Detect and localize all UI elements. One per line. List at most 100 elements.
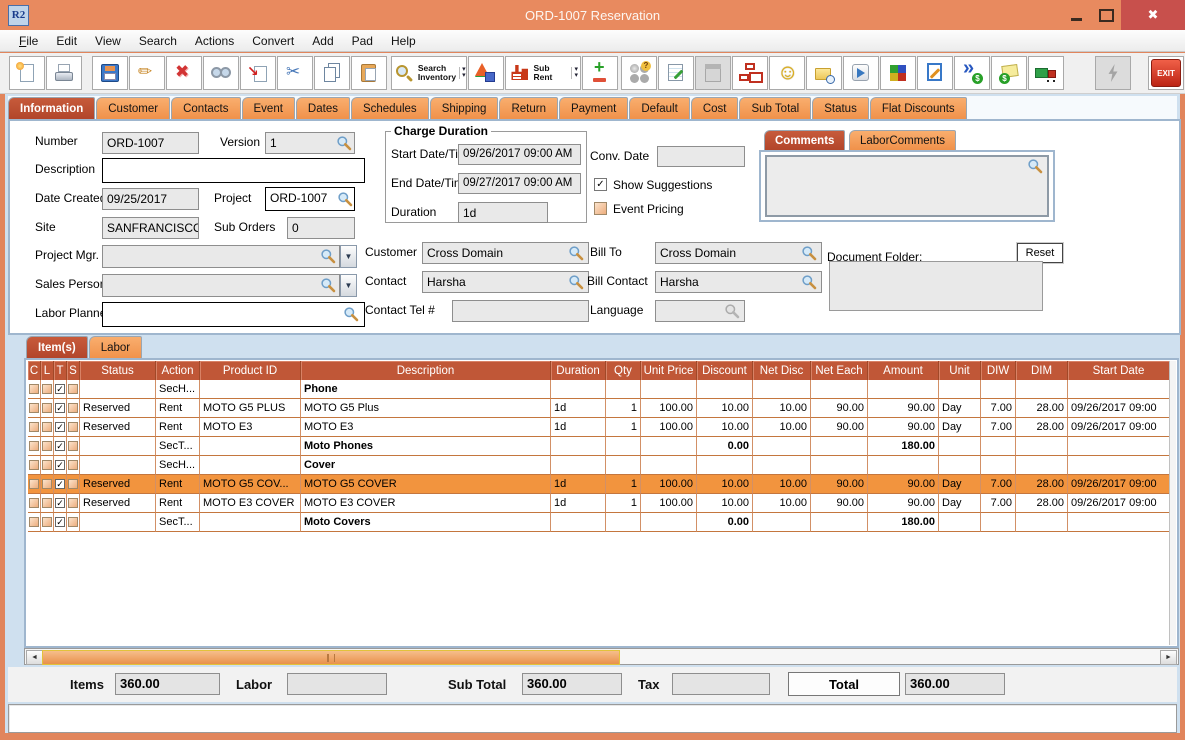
- bill-to-field[interactable]: Cross Domain: [655, 242, 822, 264]
- table-row[interactable]: ✓SecT...Moto Phones0.00180.00: [28, 437, 1170, 456]
- toolbar-edit-order-button[interactable]: [917, 56, 953, 90]
- toolbar-send-payment-button[interactable]: [954, 56, 990, 90]
- customer-lookup-icon[interactable]: [568, 245, 584, 261]
- toolbar-search-inventory-button[interactable]: SearchInventory▾▾: [391, 56, 467, 90]
- column-header-action[interactable]: Action: [156, 361, 200, 380]
- column-header-unit-price[interactable]: Unit Price: [641, 361, 697, 380]
- menu-actions[interactable]: Actions: [186, 32, 243, 50]
- reset-button[interactable]: Reset: [1017, 243, 1063, 263]
- tab-labor[interactable]: Labor: [89, 336, 142, 359]
- menu-help[interactable]: Help: [382, 32, 425, 50]
- toolbar-cube-stack-button[interactable]: [880, 56, 916, 90]
- date-created-field[interactable]: 09/25/2017: [102, 188, 199, 210]
- column-header-dim[interactable]: DIM: [1016, 361, 1068, 380]
- duration-field[interactable]: 1d: [458, 202, 548, 223]
- version-lookup-icon[interactable]: [336, 135, 352, 151]
- column-header-diw[interactable]: DIW: [981, 361, 1016, 380]
- sub-rent-dropdown-arrows[interactable]: ▾▾: [571, 67, 578, 79]
- table-row[interactable]: ✓SecT...Moto Covers0.00180.00: [28, 513, 1170, 532]
- scroll-left-button[interactable]: ◄: [26, 650, 43, 665]
- tab-payment[interactable]: Payment: [559, 97, 628, 119]
- table-row[interactable]: ✓ReservedRentMOTO G5 COV...MOTO G5 COVER…: [28, 475, 1170, 494]
- toolbar-resource-group-button[interactable]: [621, 56, 657, 90]
- row-checkbox[interactable]: [29, 517, 39, 527]
- contact-field[interactable]: Harsha: [422, 271, 589, 293]
- column-header-t[interactable]: T: [54, 361, 67, 380]
- search-inventory-dropdown-arrows[interactable]: ▾▾: [459, 67, 466, 79]
- toolbar-cut-button[interactable]: [277, 56, 313, 90]
- toolbar-billing-notes-button[interactable]: [991, 56, 1027, 90]
- row-checkbox[interactable]: [42, 403, 52, 413]
- row-checkbox[interactable]: ✓: [55, 441, 65, 451]
- tab-labor-comments[interactable]: LaborComments: [849, 130, 956, 150]
- tab-event[interactable]: Event: [242, 97, 295, 119]
- tab-dates[interactable]: Dates: [296, 97, 350, 119]
- column-header-unit[interactable]: Unit: [939, 361, 981, 380]
- column-header-l[interactable]: L: [41, 361, 54, 380]
- menu-file[interactable]: File: [10, 32, 47, 50]
- row-checkbox[interactable]: [29, 460, 39, 470]
- toolbar-save-button[interactable]: [92, 56, 128, 90]
- labor-planner-lookup-icon[interactable]: [343, 306, 359, 322]
- row-checkbox[interactable]: [42, 479, 52, 489]
- tab-flat-discounts[interactable]: Flat Discounts: [870, 97, 967, 119]
- row-checkbox[interactable]: ✓: [55, 479, 65, 489]
- table-row[interactable]: ✓ReservedRentMOTO E3 COVERMOTO E3 COVER1…: [28, 494, 1170, 513]
- column-header-status[interactable]: Status: [80, 361, 156, 380]
- row-checkbox[interactable]: [42, 517, 52, 527]
- tab-sub-total[interactable]: Sub Total: [739, 97, 811, 119]
- menu-convert[interactable]: Convert: [243, 32, 303, 50]
- column-header-start-date[interactable]: Start Date: [1068, 361, 1170, 380]
- menu-edit[interactable]: Edit: [47, 32, 86, 50]
- contact-tel-field[interactable]: [452, 300, 589, 322]
- column-header-c[interactable]: C: [28, 361, 41, 380]
- tab-default[interactable]: Default: [629, 97, 689, 119]
- row-checkbox[interactable]: ✓: [55, 517, 65, 527]
- row-checkbox[interactable]: [29, 479, 39, 489]
- column-header-s[interactable]: S: [67, 361, 80, 380]
- toolbar-paste-button[interactable]: [351, 56, 387, 90]
- row-checkbox[interactable]: [29, 403, 39, 413]
- number-field[interactable]: ORD-1007: [102, 132, 199, 154]
- comments-textarea[interactable]: [765, 155, 1049, 217]
- row-checkbox[interactable]: ✓: [55, 384, 65, 394]
- menu-add[interactable]: Add: [303, 32, 342, 50]
- table-row[interactable]: ✓ReservedRentMOTO G5 PLUSMOTO G5 Plus1d1…: [28, 399, 1170, 418]
- project-mgr-lookup-icon[interactable]: [320, 248, 336, 264]
- row-checkbox[interactable]: [42, 441, 52, 451]
- table-row[interactable]: ✓SecH...Phone: [28, 380, 1170, 399]
- tab-comments[interactable]: Comments: [764, 130, 845, 150]
- row-checkbox[interactable]: [29, 384, 39, 394]
- description-field[interactable]: [102, 158, 365, 183]
- row-checkbox[interactable]: [42, 498, 52, 508]
- row-checkbox[interactable]: [68, 460, 78, 470]
- tab-items[interactable]: Item(s): [26, 336, 88, 359]
- column-header-net-each[interactable]: Net Each: [811, 361, 868, 380]
- sub-orders-field[interactable]: 0: [287, 217, 355, 239]
- toolbar-shortcut-key-button[interactable]: [843, 56, 879, 90]
- toolbar-delivery-truck-button[interactable]: [1028, 56, 1064, 90]
- column-header-discount[interactable]: Discount: [697, 361, 753, 380]
- row-checkbox[interactable]: [29, 422, 39, 432]
- toolbar-notes-button[interactable]: [658, 56, 694, 90]
- row-checkbox[interactable]: [68, 384, 78, 394]
- comments-lookup-icon[interactable]: [1027, 158, 1043, 174]
- sales-person-lookup-icon[interactable]: [320, 277, 336, 293]
- toolbar-sub-rent-button[interactable]: Sub Rent▾▾: [505, 56, 581, 90]
- column-header-qty[interactable]: Qty: [606, 361, 641, 380]
- tab-cost[interactable]: Cost: [691, 97, 739, 119]
- vertical-scrollbar[interactable]: [1169, 361, 1176, 645]
- row-checkbox[interactable]: [42, 384, 52, 394]
- toolbar-3d-view-button[interactable]: [468, 56, 504, 90]
- sales-person-field[interactable]: [102, 274, 340, 297]
- row-checkbox[interactable]: [68, 441, 78, 451]
- menu-pad[interactable]: Pad: [343, 32, 382, 50]
- event-pricing-checkbox[interactable]: [594, 202, 607, 215]
- scrollbar-thumb[interactable]: [42, 650, 620, 665]
- column-header-amount[interactable]: Amount: [868, 361, 939, 380]
- toolbar-copy-button[interactable]: [314, 56, 350, 90]
- row-checkbox[interactable]: ✓: [55, 403, 65, 413]
- table-row[interactable]: ✓SecH...Cover: [28, 456, 1170, 475]
- conv-date-field[interactable]: [657, 146, 745, 167]
- row-checkbox[interactable]: [42, 422, 52, 432]
